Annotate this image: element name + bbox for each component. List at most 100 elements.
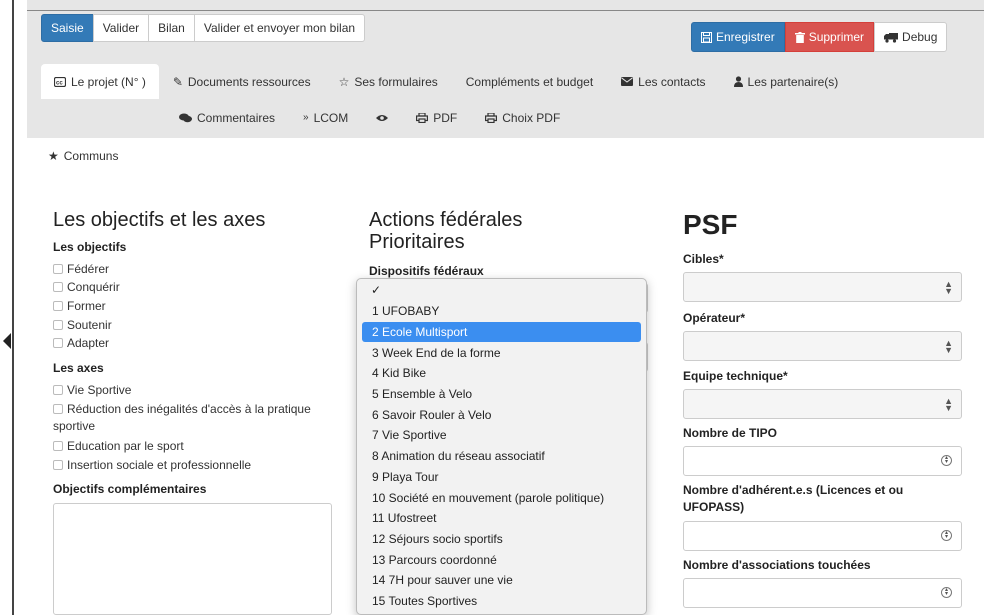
tabs-row-2: Commentaires » LCOM PDF Choix PDF: [165, 100, 574, 135]
dropdown-option[interactable]: 10 Société en mouvement (parole politiqu…: [362, 487, 641, 508]
checkbox-soutenir[interactable]: Soutenir: [53, 318, 112, 332]
dropdown-option[interactable]: 14 7H pour sauver une vie: [362, 570, 641, 591]
checkbox-label: Insertion sociale et professionnelle: [67, 458, 252, 472]
select-arrows-icon: ▲ ▼: [944, 338, 953, 355]
checkbox-former[interactable]: Former: [53, 299, 106, 313]
dropdown-option[interactable]: 9 Playa Tour: [362, 467, 641, 488]
select-arrows-icon: ▲ ▼: [944, 279, 953, 296]
dropdown-option[interactable]: 15 Toutes Sportives: [362, 591, 641, 612]
mode-button-group: Saisie Valider Bilan Valider et envoyer …: [41, 14, 366, 42]
dropdown-option[interactable]: 5 Ensemble à Velo: [362, 384, 641, 405]
tab-formulaires[interactable]: ☆ Ses formulaires: [325, 64, 452, 99]
collapse-caret-icon[interactable]: [3, 333, 11, 349]
tab-contacts-label: Les contacts: [638, 74, 706, 89]
operateur-select[interactable]: ▲ ▼: [683, 331, 962, 361]
dropdown-option[interactable]: 7 Vie Sportive: [362, 425, 641, 446]
equipe-label: Equipe technique*: [683, 369, 788, 383]
dropdown-empty-option[interactable]: ✓: [362, 279, 641, 301]
floppy-icon: [701, 31, 712, 43]
tab-partenaires[interactable]: Les partenaire(s): [720, 64, 853, 99]
tab-contacts[interactable]: Les contacts: [607, 64, 719, 99]
top-rule: [27, 10, 984, 11]
dropdown-option[interactable]: 13 Parcours coordonné: [362, 549, 641, 570]
communs-label: Communs: [63, 149, 119, 163]
tab-choix-pdf[interactable]: Choix PDF: [471, 100, 574, 135]
checkbox-box[interactable]: [53, 301, 63, 311]
checkbox-federer[interactable]: Fédérer: [53, 262, 109, 276]
save-button[interactable]: Enregistrer: [691, 22, 785, 52]
checkbox-label: Former: [67, 299, 106, 313]
checkbox-label: Vie Sportive: [67, 383, 132, 397]
checkbox-insertion[interactable]: Insertion sociale et professionnelle: [53, 458, 251, 472]
cibles-select[interactable]: ▲ ▼: [683, 272, 962, 302]
checkbox-box[interactable]: [53, 441, 63, 451]
checkbox-adapter[interactable]: Adapter: [53, 336, 109, 350]
valider-button[interactable]: Valider: [92, 14, 150, 42]
checkbox-conquerir[interactable]: Conquérir: [53, 280, 120, 294]
tipo-input[interactable]: ▴ ▾: [683, 446, 962, 476]
checkbox-box[interactable]: [53, 460, 63, 470]
saisie-button[interactable]: Saisie: [41, 14, 94, 42]
dropdown-option[interactable]: 6 Savoir Rouler à Velo: [362, 404, 641, 425]
cibles-label: Cibles*: [683, 252, 724, 266]
save-label: Enregistrer: [716, 30, 775, 44]
print-icon: [485, 112, 498, 123]
associations-input[interactable]: ▴ ▾: [683, 578, 962, 608]
delete-label: Supprimer: [808, 30, 865, 44]
tab-formulaires-label: Ses formulaires: [354, 74, 438, 89]
tab-projet-label: Le projet (N° ): [71, 74, 146, 89]
checkbox-education[interactable]: Education par le sport: [53, 439, 184, 453]
spinner-icon[interactable]: ▴ ▾: [941, 455, 952, 466]
tab-view[interactable]: [362, 100, 402, 135]
dropdown-option[interactable]: 1 UFOBABY: [362, 301, 641, 322]
objectifs-complementaires-label: Objectifs complémentaires: [53, 482, 207, 496]
checkbox-label: Adapter: [67, 336, 110, 350]
tab-commentaires[interactable]: Commentaires: [165, 100, 289, 135]
debug-button[interactable]: Debug: [874, 22, 948, 52]
operateur-label: Opérateur*: [683, 311, 746, 325]
dropdown-option[interactable]: 11 Ufostreet: [362, 508, 641, 529]
star-icon: ★: [48, 149, 59, 163]
psf-title: PSF: [683, 209, 738, 240]
tab-pdf-label: PDF: [433, 110, 458, 125]
checkbox-box[interactable]: [53, 404, 63, 414]
tipo-label: Nombre de TIPO: [683, 426, 778, 440]
checkbox-label: Education par le sport: [67, 439, 184, 453]
tab-projet[interactable]: cc Le projet (N° ): [41, 64, 159, 99]
tab-pdf[interactable]: PDF: [402, 100, 471, 135]
user-icon: [733, 76, 743, 87]
dropdown-option[interactable]: 8 Animation du réseau associatif: [362, 446, 641, 467]
objectifs-complementaires-textarea[interactable]: [53, 503, 332, 615]
checkbox-box[interactable]: [53, 320, 63, 330]
dropdown-option-selected[interactable]: 2 Ecole Multisport: [362, 321, 641, 343]
checkbox-box[interactable]: [53, 385, 63, 395]
spinner-icon[interactable]: ▴ ▾: [941, 530, 952, 541]
equipe-select[interactable]: ▲ ▼: [683, 389, 962, 419]
svg-text:cc: cc: [56, 80, 63, 86]
dropdown-option[interactable]: 12 Séjours socio sportifs: [362, 529, 641, 550]
actions-title-line1: Actions fédérales: [369, 209, 523, 231]
dropdown-option[interactable]: 4 Kid Bike: [362, 363, 641, 384]
valider-envoyer-button[interactable]: Valider et envoyer mon bilan: [193, 14, 366, 42]
envelope-icon: [621, 77, 634, 86]
star-outline-icon: ☆: [338, 74, 350, 89]
dispositifs-dropdown[interactable]: ✓ 1 UFOBABY 2 Ecole Multisport 3 Week En…: [356, 278, 647, 615]
spinner-icon[interactable]: ▴ ▾: [941, 587, 952, 598]
cc-icon: cc: [54, 76, 66, 87]
tab-complements[interactable]: Compléments et budget: [452, 64, 607, 99]
checkbox-box[interactable]: [53, 338, 63, 348]
tab-documents[interactable]: ✎ Documents ressources: [159, 64, 325, 99]
checkbox-vie-sportive[interactable]: Vie Sportive: [53, 383, 131, 397]
tab-partenaires-label: Les partenaire(s): [747, 74, 839, 89]
adherents-label-line1: Nombre d'adhérent.e.s (Licences et ou: [683, 483, 904, 497]
bilan-button[interactable]: Bilan: [148, 14, 195, 42]
checkbox-reduction[interactable]: Réduction des inégalités d'accès à la pr…: [53, 402, 311, 416]
tab-lcom[interactable]: » LCOM: [289, 100, 362, 135]
adherents-label-line2: UFOPASS): [683, 500, 745, 514]
adherents-input[interactable]: ▴ ▾: [683, 521, 962, 551]
trash-icon: [794, 31, 805, 43]
dropdown-option[interactable]: 3 Week End de la forme: [362, 342, 641, 363]
delete-button[interactable]: Supprimer: [784, 22, 875, 52]
checkbox-box[interactable]: [53, 282, 63, 292]
checkbox-box[interactable]: [53, 264, 63, 274]
